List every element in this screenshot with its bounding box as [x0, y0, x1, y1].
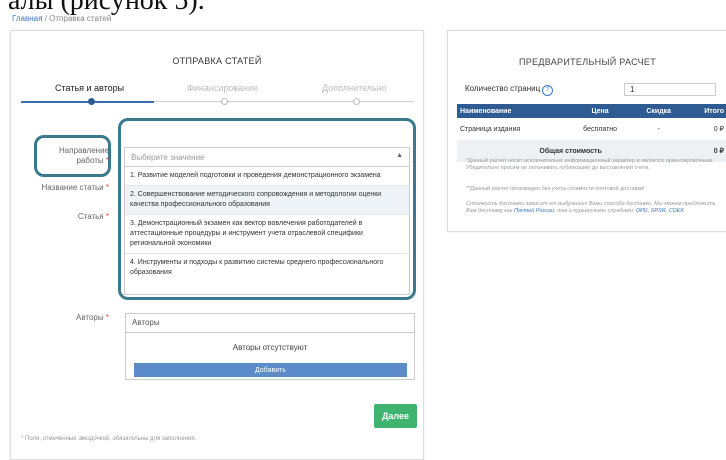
- article-label: Статья *: [21, 212, 109, 221]
- cell-discount: -: [657, 125, 660, 133]
- form-title: ОТПРАВКА СТАТЕЙ: [172, 56, 262, 66]
- direction-option[interactable]: 3. Демонстрационный экзамен как вектор в…: [125, 215, 409, 254]
- help-icon[interactable]: ?: [542, 85, 554, 96]
- step-financing[interactable]: Финансирование: [187, 83, 258, 93]
- pages-count-input[interactable]: [624, 83, 716, 96]
- estimate-note-3: Стоимость доставки зависит от выбранных …: [466, 201, 722, 215]
- pages-label-text: Количество страниц: [465, 84, 541, 93]
- select-placeholder: Выберите значение: [131, 153, 205, 162]
- breadcrumb-home[interactable]: Главная: [12, 14, 42, 23]
- step-dot-additional: [353, 98, 360, 105]
- step-dot-active: [88, 98, 95, 105]
- step-articles-authors[interactable]: Статья и авторы: [55, 83, 124, 93]
- direction-select[interactable]: Выберите значение ▲: [124, 147, 410, 167]
- progress-track-inactive: [154, 101, 414, 102]
- cell-name: Страница издания: [460, 125, 521, 133]
- article-name-label: Название статьи *: [21, 183, 109, 192]
- cell-total: 0 ₽: [713, 126, 724, 133]
- caret-up-icon: ▲: [396, 152, 403, 159]
- authors-label-text: Авторы: [76, 313, 104, 322]
- breadcrumb: Главная / Отправка статей: [12, 14, 111, 23]
- breadcrumb-separator: /: [44, 14, 47, 23]
- breadcrumb-current: Отправка статей: [49, 14, 112, 23]
- pages-label: Количество страниц?: [465, 84, 554, 96]
- estimate-note-1: *Данный расчет носит исключительно инфор…: [466, 158, 714, 171]
- col-name: Наименование: [457, 104, 567, 118]
- add-author-button[interactable]: Добавить: [134, 363, 407, 377]
- price-table: Наименование Цена Скидка Итого Страница …: [457, 104, 726, 162]
- step-additional[interactable]: Дополнительно: [322, 83, 387, 93]
- russian-post-link[interactable]: Почтой России: [514, 208, 554, 214]
- direction-option-highlighted[interactable]: 2. Совершенствование методического сопро…: [125, 186, 409, 215]
- authors-box: Авторы Авторы отсутствуют Добавить: [125, 313, 415, 380]
- estimate-note-2: **Данный расчет произведен без учета сто…: [466, 186, 645, 192]
- direction-label-line2: работы: [76, 156, 104, 165]
- direction-option[interactable]: 1. Развитие моделей подготовки и проведе…: [125, 167, 409, 186]
- estimate-card: ПРЕДВАРИТЕЛЬНЫЙ РАСЧЕТ Количество страни…: [447, 30, 726, 232]
- next-button[interactable]: Далее: [374, 404, 417, 428]
- direction-label: Направление работы *: [31, 146, 109, 166]
- required-fields-note: * Поля, отмеченные звездочкой, обязатель…: [21, 436, 197, 442]
- required-mark: *: [105, 183, 109, 192]
- col-total: Итого: [684, 104, 726, 118]
- article-label-text: Статья: [77, 212, 104, 221]
- col-discount: Скидка: [633, 104, 685, 118]
- article-name-text: Название статьи: [41, 183, 104, 192]
- required-mark: *: [105, 212, 109, 221]
- direction-label-line1: Направление: [59, 146, 109, 155]
- direction-options-list: 1. Развитие моделей подготовки и проведе…: [124, 167, 410, 295]
- col-price: Цена: [566, 104, 634, 118]
- courier-links[interactable]: DPD, SPSR, CDEK: [636, 208, 684, 214]
- authors-empty-text: Авторы отсутствуют: [232, 343, 308, 352]
- note3-mid: , так и курьерскими службами:: [554, 208, 635, 214]
- authors-label: Авторы *: [21, 313, 109, 322]
- price-table-header: Наименование Цена Скидка Итого: [457, 104, 726, 118]
- cell-price: бесплатно: [583, 125, 618, 133]
- direction-option[interactable]: 4. Инструменты и подходы к развитию сист…: [125, 254, 409, 282]
- table-row: Страница издания бесплатно - 0 ₽: [457, 118, 726, 140]
- required-mark: *: [105, 156, 109, 165]
- authors-box-header: Авторы: [126, 314, 414, 333]
- step-dot-financing: [221, 98, 228, 105]
- estimate-title: ПРЕДВАРИТЕЛЬНЫЙ РАСЧЕТ: [518, 57, 656, 67]
- required-mark: *: [105, 313, 109, 322]
